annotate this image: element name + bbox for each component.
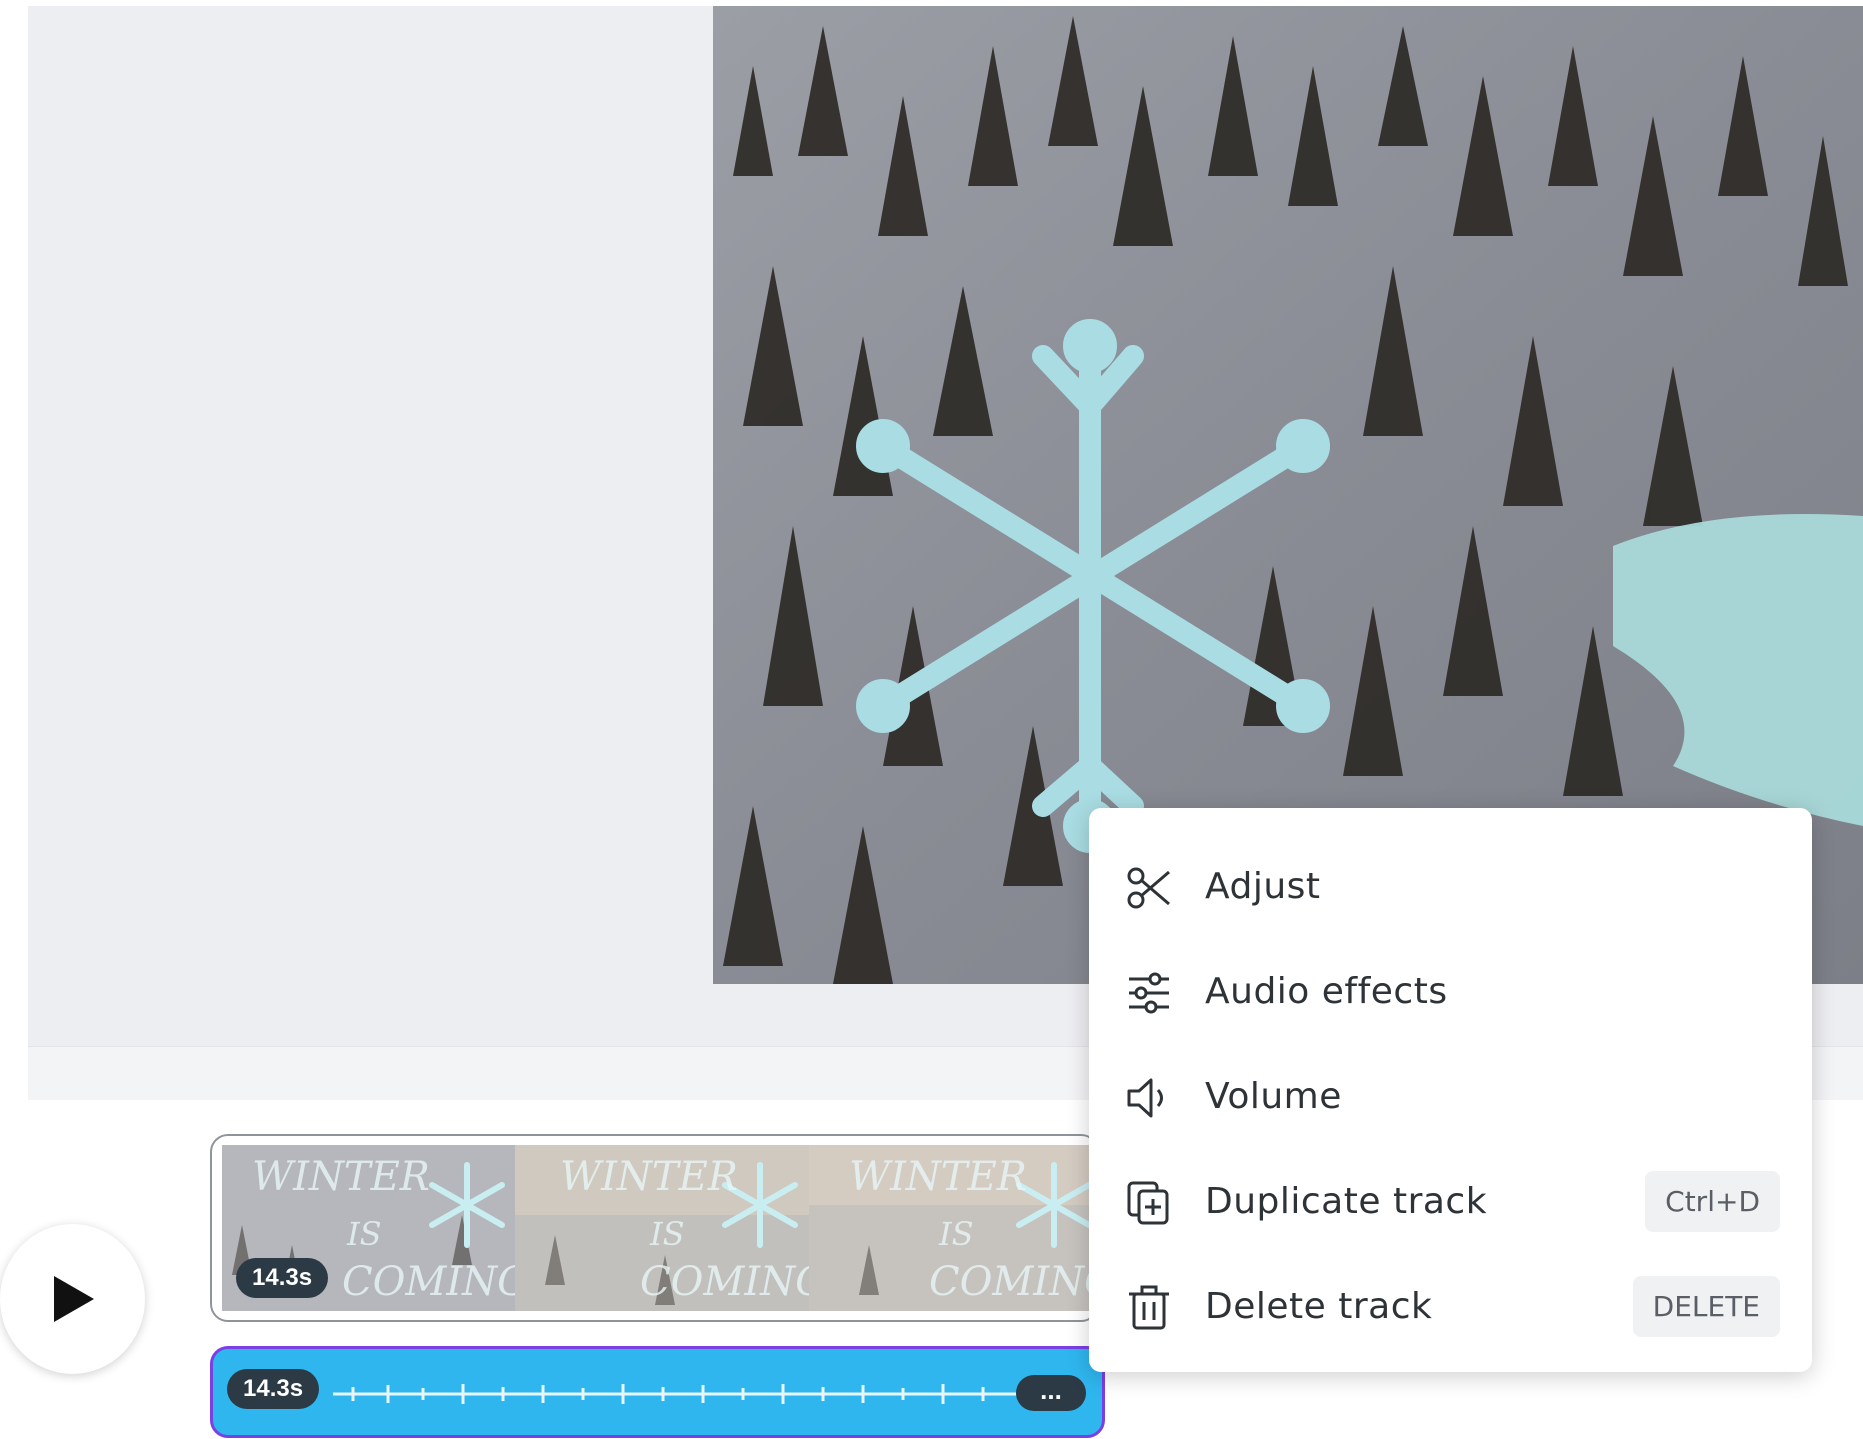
play-icon	[54, 1276, 94, 1322]
video-thumbnail: WINTER IS COMING	[808, 1145, 1099, 1311]
audio-track[interactable]: 14.3s ...	[210, 1346, 1105, 1438]
play-button[interactable]	[0, 1224, 145, 1374]
menu-item-adjust[interactable]: Adjust	[1089, 836, 1812, 936]
scissors-icon	[1127, 867, 1170, 909]
menu-item-audio-effects[interactable]: Audio effects	[1089, 941, 1812, 1041]
audio-more-button[interactable]: ...	[1016, 1375, 1086, 1411]
speaker-icon	[1127, 1078, 1163, 1118]
svg-text:WINTER: WINTER	[849, 1154, 1027, 1200]
svg-text:COMING: COMING	[929, 1259, 1099, 1305]
menu-item-duplicate-track[interactable]: Duplicate track Ctrl+D	[1089, 1151, 1812, 1251]
video-track[interactable]: WINTER IS COMING WINTER IS COMIN WINTER …	[210, 1134, 1099, 1322]
trash-icon	[1129, 1285, 1169, 1330]
video-duration-badge: 14.3s	[236, 1258, 329, 1298]
menu-item-delete-track[interactable]: Delete track DELETE	[1089, 1256, 1812, 1356]
svg-text:COMING: COMING	[342, 1259, 515, 1305]
audio-duration-badge: 14.3s	[227, 1369, 320, 1409]
svg-text:WINTER: WINTER	[560, 1154, 738, 1200]
sliders-icon	[1129, 972, 1169, 1014]
shortcut-badge: DELETE	[1632, 1275, 1780, 1337]
svg-text:IS: IS	[346, 1215, 382, 1253]
shortcut-badge: Ctrl+D	[1645, 1170, 1780, 1232]
audio-context-menu: Adjust Audio effects Volume Duplicate tr…	[1089, 808, 1812, 1372]
svg-text:IS: IS	[649, 1215, 685, 1253]
svg-text:IS: IS	[938, 1215, 974, 1253]
audio-waveform	[333, 1384, 1033, 1404]
video-thumbnail: WINTER IS COMING	[515, 1145, 809, 1311]
duplicate-icon	[1127, 1181, 1169, 1225]
menu-item-volume[interactable]: Volume	[1089, 1046, 1812, 1146]
svg-text:COMING: COMING	[640, 1259, 808, 1305]
frame-text: WINTER	[252, 1154, 430, 1200]
